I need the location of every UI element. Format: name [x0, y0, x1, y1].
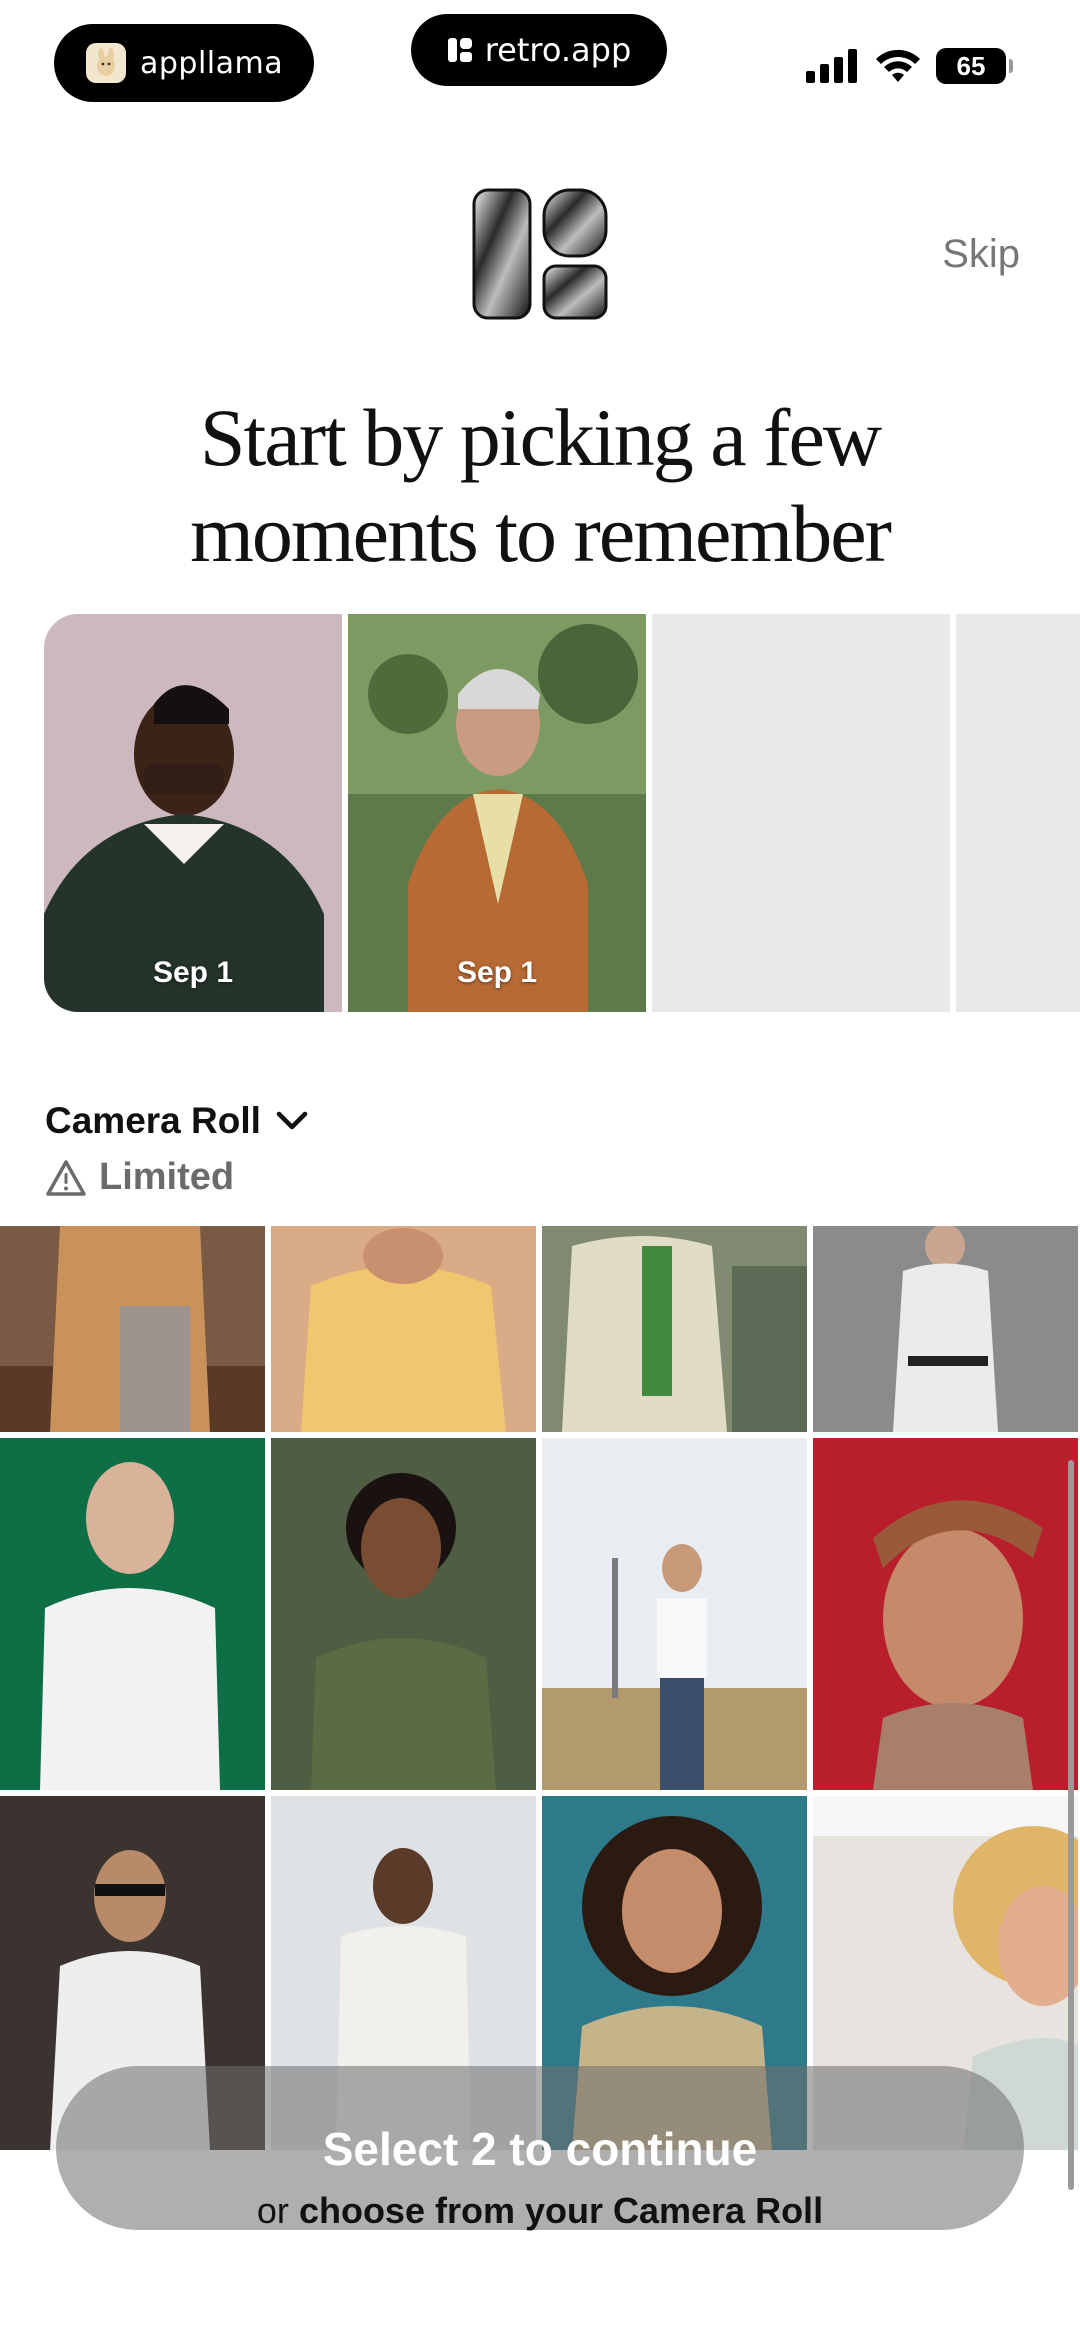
skip-button[interactable]: Skip [942, 232, 1020, 277]
empty-photo-slot[interactable] [956, 614, 1080, 1012]
selected-moments-carousel[interactable]: Sep 1 Sep 1 [44, 614, 1080, 1012]
photo-cell[interactable] [813, 1438, 1078, 1790]
photo-cell[interactable] [542, 1438, 807, 1790]
scrollbar[interactable] [1068, 1460, 1074, 2190]
retro-logo-icon [472, 188, 608, 320]
headline-line-1: Start by picking a few [199, 392, 882, 483]
url-pill[interactable]: retro.app [411, 14, 667, 86]
camera-roll-link[interactable]: or choose from your Camera Roll [56, 2190, 1024, 2232]
url-label: retro.app [484, 31, 632, 69]
camera-roll-link-prefix: or [256, 2190, 289, 2231]
battery-indicator: 65 [936, 48, 1013, 84]
signal-icon [806, 49, 857, 83]
continue-button[interactable]: Select 2 to continue or choose from your… [56, 2066, 1024, 2232]
limited-label: Limited [99, 1156, 235, 1198]
selected-photo[interactable]: Sep 1 [348, 614, 646, 1012]
continue-label: Select 2 to continue [322, 2123, 758, 2175]
appllama-label: appllama [140, 45, 284, 81]
chevron-down-icon [276, 1111, 308, 1130]
llama-icon [86, 43, 126, 83]
photo-cell[interactable] [271, 1226, 536, 1432]
photo-thumbnail [44, 614, 342, 1012]
retro-logo-icon [447, 38, 472, 62]
limited-access-notice[interactable]: Limited [45, 1156, 234, 1199]
photo-cell[interactable] [271, 1438, 536, 1790]
warning-icon [46, 1159, 86, 1196]
wifi-icon [876, 49, 920, 82]
album-title: Camera Roll [45, 1100, 261, 1141]
appllama-pill[interactable]: appllama [54, 24, 314, 102]
selected-photo[interactable]: Sep 1 [44, 614, 342, 1012]
page-title: Start by picking a few moments to rememb… [0, 390, 1080, 582]
photo-date: Sep 1 [152, 956, 234, 989]
battery-level: 65 [956, 50, 986, 81]
photo-cell[interactable] [0, 1226, 265, 1432]
album-selector[interactable]: Camera Roll [45, 1100, 309, 1142]
headline-line-2: moments to remember [190, 488, 892, 579]
photo-date: Sep 1 [456, 956, 538, 989]
empty-photo-slot[interactable] [652, 614, 950, 1012]
photo-cell[interactable] [542, 1226, 807, 1432]
camera-roll-link-text: choose from your Camera Roll [298, 2190, 824, 2231]
status-icons: 65 [806, 48, 1013, 84]
photo-thumbnail [348, 614, 646, 1012]
photo-cell[interactable] [0, 1438, 265, 1790]
photo-cell[interactable] [813, 1226, 1078, 1432]
